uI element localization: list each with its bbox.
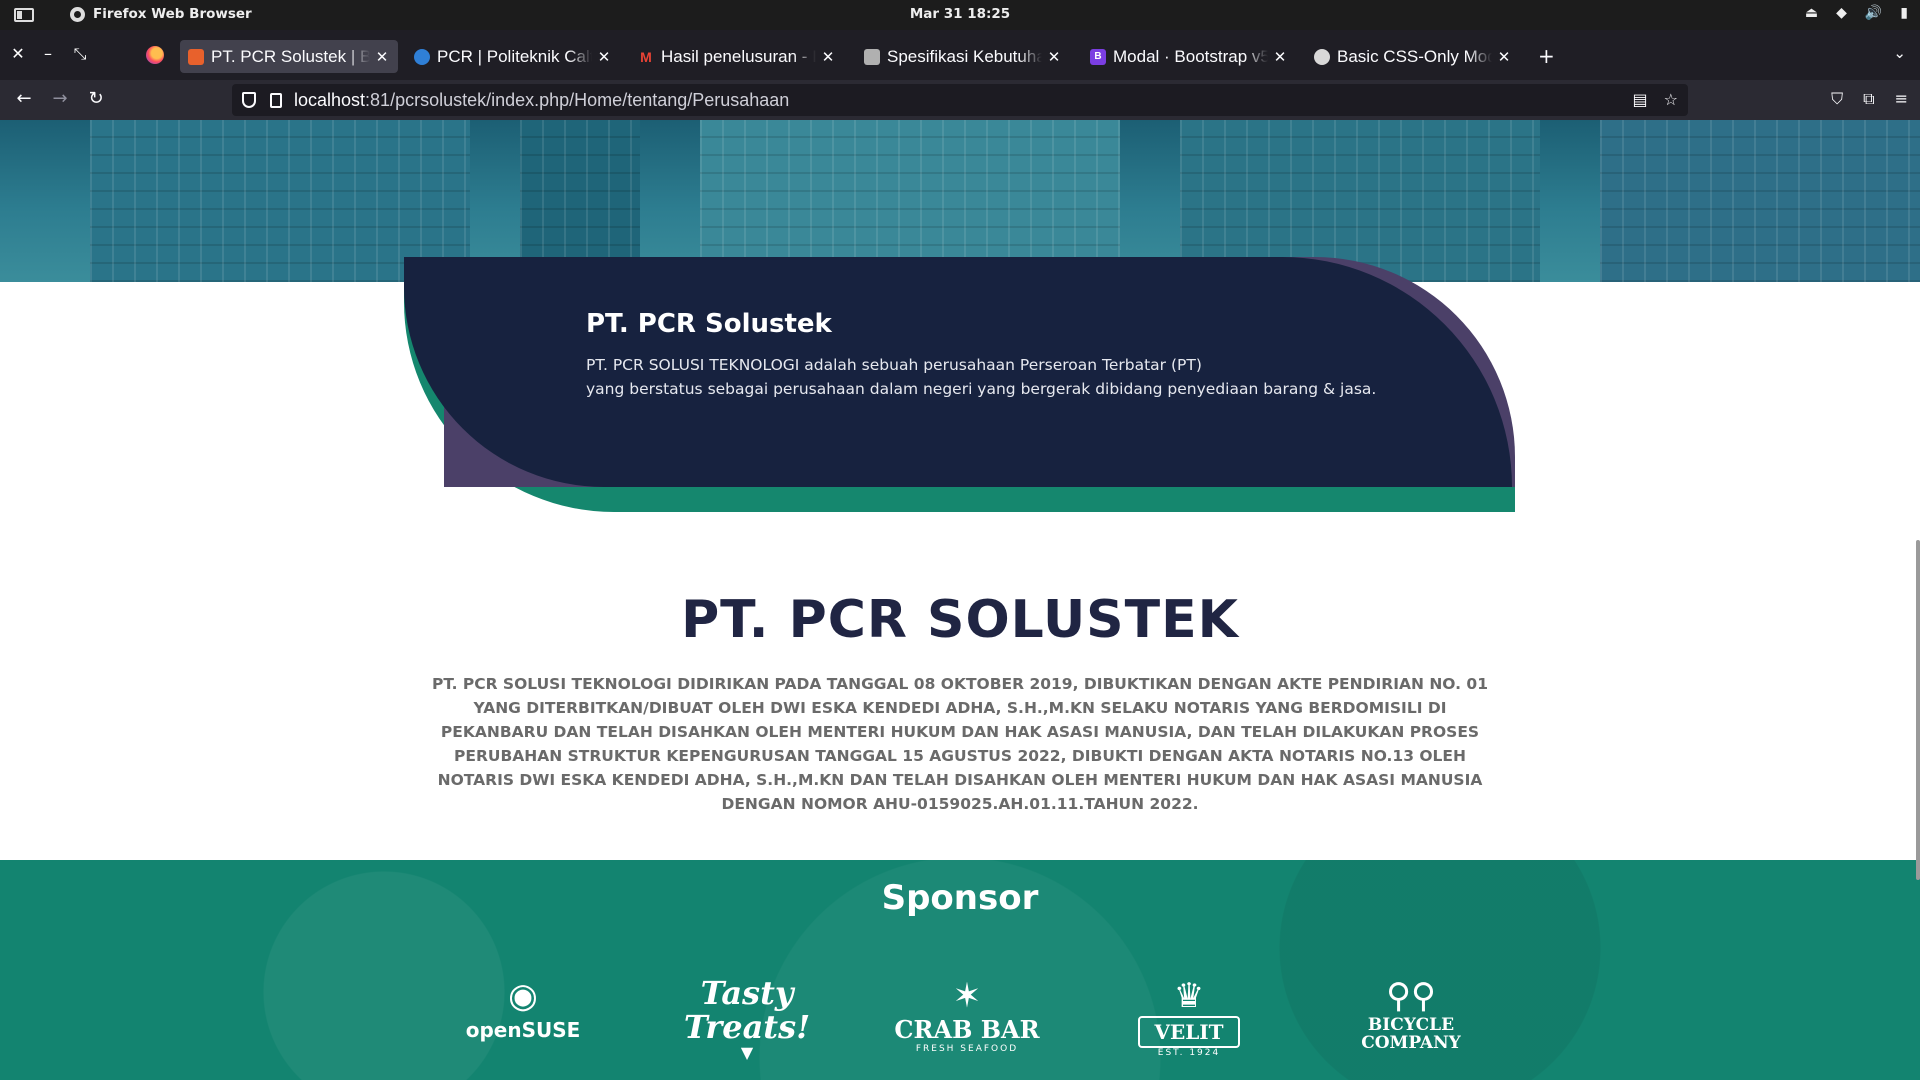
company-intro-card: PT. PCR Solustek PT. PCR SOLUSI TEKNOLOG… [404, 257, 1515, 512]
favicon-icon [864, 48, 880, 65]
card-description: PT. PCR SOLUSI TEKNOLOGI adalah sebuah p… [586, 356, 1377, 398]
back-arrow-icon[interactable]: ← [12, 88, 36, 109]
tracking-shield-icon[interactable] [242, 92, 256, 108]
firefox-small-icon [70, 6, 85, 22]
crab-icon: ✶ [952, 976, 982, 1016]
tab-politeknik-caltex[interactable]: PCR | Politeknik Calt ✕ [406, 40, 620, 73]
firefox-view-icon[interactable] [146, 46, 164, 64]
tab-close-icon[interactable]: ✕ [596, 48, 612, 66]
wifi-icon[interactable]: ◆ [1836, 5, 1847, 21]
sponsor-logo-opensuse[interactable]: ◉ openSUSE [448, 976, 598, 1080]
reader-view-icon[interactable]: ▤ [1633, 90, 1648, 109]
eject-icon[interactable]: ⏏ [1805, 5, 1818, 21]
tab-close-icon[interactable]: ✕ [820, 48, 836, 66]
reload-icon[interactable]: ↻ [84, 88, 108, 109]
bookmark-star-icon[interactable]: ☆ [1664, 90, 1678, 109]
tab-close-icon[interactable]: ✕ [1496, 48, 1512, 66]
gmail-icon: M [640, 48, 652, 65]
tab-close-icon[interactable]: ✕ [374, 48, 390, 66]
page-scrollbar[interactable] [1916, 540, 1920, 880]
pocket-icon[interactable]: ⛉ [1831, 89, 1843, 109]
close-window-icon[interactable]: ✕ [8, 44, 28, 63]
system-top-bar: Firefox Web Browser Mar 31 18:25 ⏏ ◆ 🔊 ▮ [0, 0, 1920, 30]
url-bar[interactable]: localhost:81/pcrsolustek/index.php/Home/… [232, 84, 1688, 116]
card-title: PT. PCR Solustek [586, 309, 832, 339]
list-all-tabs-chevron-icon[interactable]: ⌄ [1893, 44, 1906, 62]
about-heading: PT. PCR SOLUSTEK [681, 590, 1239, 650]
favicon-icon [414, 48, 430, 65]
sponsor-logo-crab-bar[interactable]: ✶ CRAB BAR FRESH SEAFOOD [892, 976, 1042, 1080]
sponsor-section: Sponsor ◉ openSUSE Tasty Treats! ▼ ✶ CRA… [0, 860, 1920, 1080]
hamburger-menu-icon[interactable]: ≡ [1895, 89, 1908, 109]
navigation-bar: ← → ↻ localhost:81/pcrsolustek/index.php… [0, 80, 1920, 120]
extensions-icon[interactable]: ⧉ [1863, 89, 1874, 109]
tab-spesifikasi-kebutuhan[interactable]: Spesifikasi Kebutuha ✕ [856, 40, 1070, 73]
tab-strip: ✕ – ⤡ PT. PCR Solustek | B ✕ PCR | Polit… [0, 30, 1920, 80]
tab-close-icon[interactable]: ✕ [1272, 48, 1288, 66]
app-menu[interactable]: Firefox Web Browser [70, 6, 252, 22]
tab-pcr-solustek[interactable]: PT. PCR Solustek | B ✕ [180, 40, 398, 73]
sponsor-logo-tasty-treats[interactable]: Tasty Treats! ▼ [672, 976, 822, 1080]
system-tray[interactable]: ⏏ ◆ 🔊 ▮ [1805, 5, 1908, 21]
app-name: Firefox Web Browser [93, 6, 252, 22]
sponsor-heading: Sponsor [881, 878, 1039, 918]
sponsor-logos: ◉ openSUSE Tasty Treats! ▼ ✶ CRAB BAR FR… [0, 976, 1920, 1080]
codepen-icon [1314, 48, 1330, 65]
tab-bootstrap-modal[interactable]: B Modal · Bootstrap v5 ✕ [1082, 40, 1296, 73]
favicon-icon [188, 48, 204, 65]
tab-hasil-penelusuran[interactable]: M Hasil penelusuran - I ✕ [630, 40, 844, 73]
bicycle-icon: ⚲⚲ [1386, 976, 1436, 1016]
minimize-window-icon[interactable]: – [38, 44, 58, 63]
about-body: PT. PCR SOLUSI TEKNOLOGI DIDIRIKAN PADA … [432, 675, 1488, 813]
new-tab-plus-icon[interactable]: + [1538, 44, 1555, 68]
page-viewport: PT. PCR Solustek PT. PCR SOLUSI TEKNOLOG… [0, 120, 1920, 1080]
restore-window-icon[interactable]: ⤡ [70, 44, 90, 64]
url-text[interactable]: localhost:81/pcrsolustek/index.php/Home/… [294, 90, 789, 111]
tab-close-icon[interactable]: ✕ [1046, 48, 1062, 66]
tab-css-only-modal[interactable]: Basic CSS-Only Mod ✕ [1306, 40, 1520, 73]
ice-cream-icon: ▼ [740, 1043, 754, 1062]
forward-arrow-icon[interactable]: → [48, 88, 72, 109]
chameleon-icon: ◉ [508, 976, 538, 1016]
bootstrap-icon: B [1090, 48, 1106, 65]
clock[interactable]: Mar 31 18:25 [0, 6, 1920, 22]
battery-icon[interactable]: ▮ [1900, 5, 1908, 21]
activities-icon[interactable] [14, 8, 34, 22]
crown-icon: ♛ [1173, 976, 1205, 1016]
sponsor-logo-velit[interactable]: ♛ VELIT EST. 1924 [1114, 976, 1264, 1080]
sponsor-logo-bicycle-company[interactable]: ⚲⚲ BICYCLE COMPANY [1336, 976, 1486, 1080]
about-section: PT. PCR SOLUSTEK PT. PCR SOLUSI TEKNOLOG… [0, 590, 1920, 816]
volume-icon[interactable]: 🔊 [1865, 5, 1882, 21]
page-info-icon[interactable] [270, 92, 282, 108]
